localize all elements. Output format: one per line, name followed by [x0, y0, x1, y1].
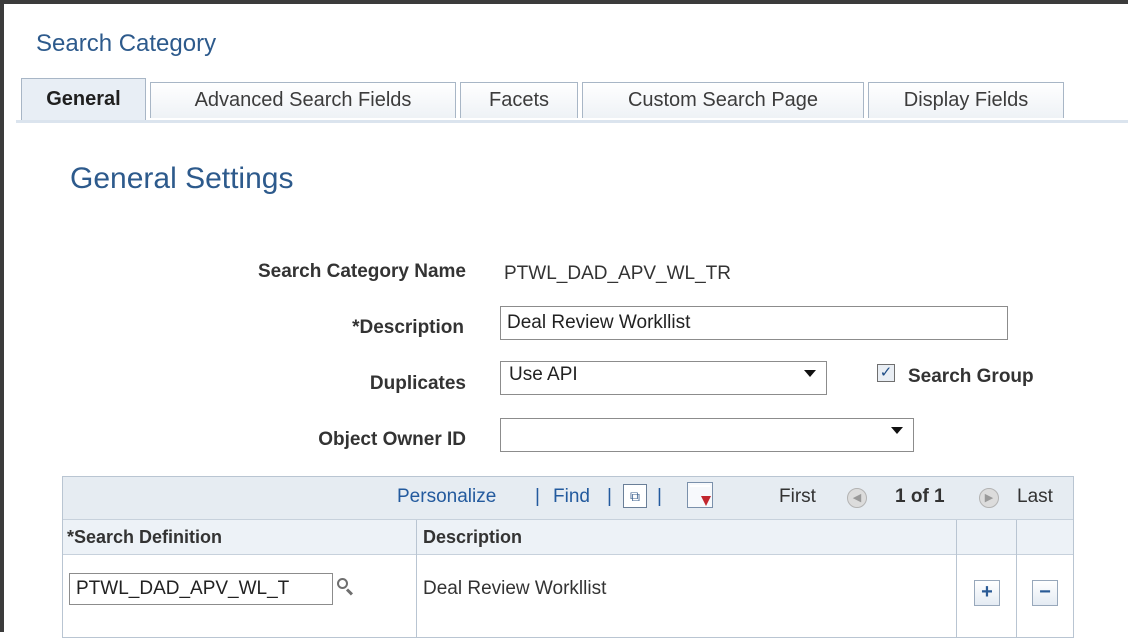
search-definition-column-header[interactable]: *Search Definition — [67, 527, 222, 548]
window-frame-top — [0, 0, 1128, 4]
download-to-excel-icon[interactable] — [687, 482, 713, 508]
tab-advanced-search-fields[interactable]: Advanced Search Fields — [150, 82, 456, 118]
search-category-name-value: PTWL_DAD_APV_WL_TR — [504, 263, 732, 284]
chevron-down-icon — [804, 370, 816, 377]
tab-facets[interactable]: Facets — [460, 82, 578, 118]
tab-general[interactable]: General — [21, 78, 146, 120]
personalize-link[interactable]: Personalize — [397, 486, 496, 508]
nav-separator: | — [535, 486, 540, 507]
description-field[interactable] — [500, 306, 1008, 340]
first-link[interactable]: First — [779, 486, 816, 508]
grid-navigation-bar: Personalize | Find | ⧉ | First ◀ 1 of 1 … — [63, 477, 1073, 520]
page-position: 1 of 1 — [895, 486, 945, 507]
add-row-button[interactable]: + — [974, 580, 1000, 606]
last-link[interactable]: Last — [1017, 486, 1053, 508]
chevron-down-icon — [891, 427, 903, 434]
search-definition-grid: Personalize | Find | ⧉ | First ◀ 1 of 1 … — [62, 476, 1074, 638]
window-frame-left — [0, 0, 4, 632]
search-definition-field[interactable] — [69, 573, 333, 605]
duplicates-selected-value: Use API — [509, 364, 578, 385]
page-title: Search Category — [36, 30, 217, 57]
duplicates-label: Duplicates — [369, 373, 466, 394]
previous-arrow-icon[interactable]: ◀ — [847, 488, 867, 508]
search-category-name-label: Search Category Name — [257, 261, 466, 282]
row-description: Deal Review Workllist — [423, 578, 607, 599]
search-group-label: Search Group — [908, 366, 1034, 387]
column-divider — [1016, 520, 1017, 638]
column-divider — [416, 520, 417, 638]
search-group-checkbox[interactable]: ✓ — [877, 364, 895, 382]
section-title: General Settings — [70, 162, 294, 195]
lookup-magnifier-icon[interactable] — [335, 576, 357, 598]
object-owner-id-label: Object Owner ID — [318, 429, 466, 450]
description-column-header[interactable]: Description — [423, 527, 522, 548]
expand-window-icon[interactable]: ⧉ — [623, 484, 647, 508]
object-owner-id-dropdown[interactable] — [500, 418, 914, 452]
delete-row-button[interactable]: − — [1032, 580, 1058, 606]
find-link[interactable]: Find — [553, 486, 590, 508]
next-arrow-icon[interactable]: ▶ — [979, 488, 999, 508]
tab-display-fields[interactable]: Display Fields — [868, 82, 1064, 118]
tab-custom-search-page[interactable]: Custom Search Page — [582, 82, 864, 118]
column-divider — [956, 520, 957, 638]
nav-separator: | — [607, 486, 612, 507]
description-label: *Description — [352, 317, 464, 338]
duplicates-dropdown[interactable]: Use API — [500, 361, 827, 395]
tab-bar: General Advanced Search Fields Facets Cu… — [16, 74, 1128, 123]
nav-separator: | — [657, 486, 662, 507]
